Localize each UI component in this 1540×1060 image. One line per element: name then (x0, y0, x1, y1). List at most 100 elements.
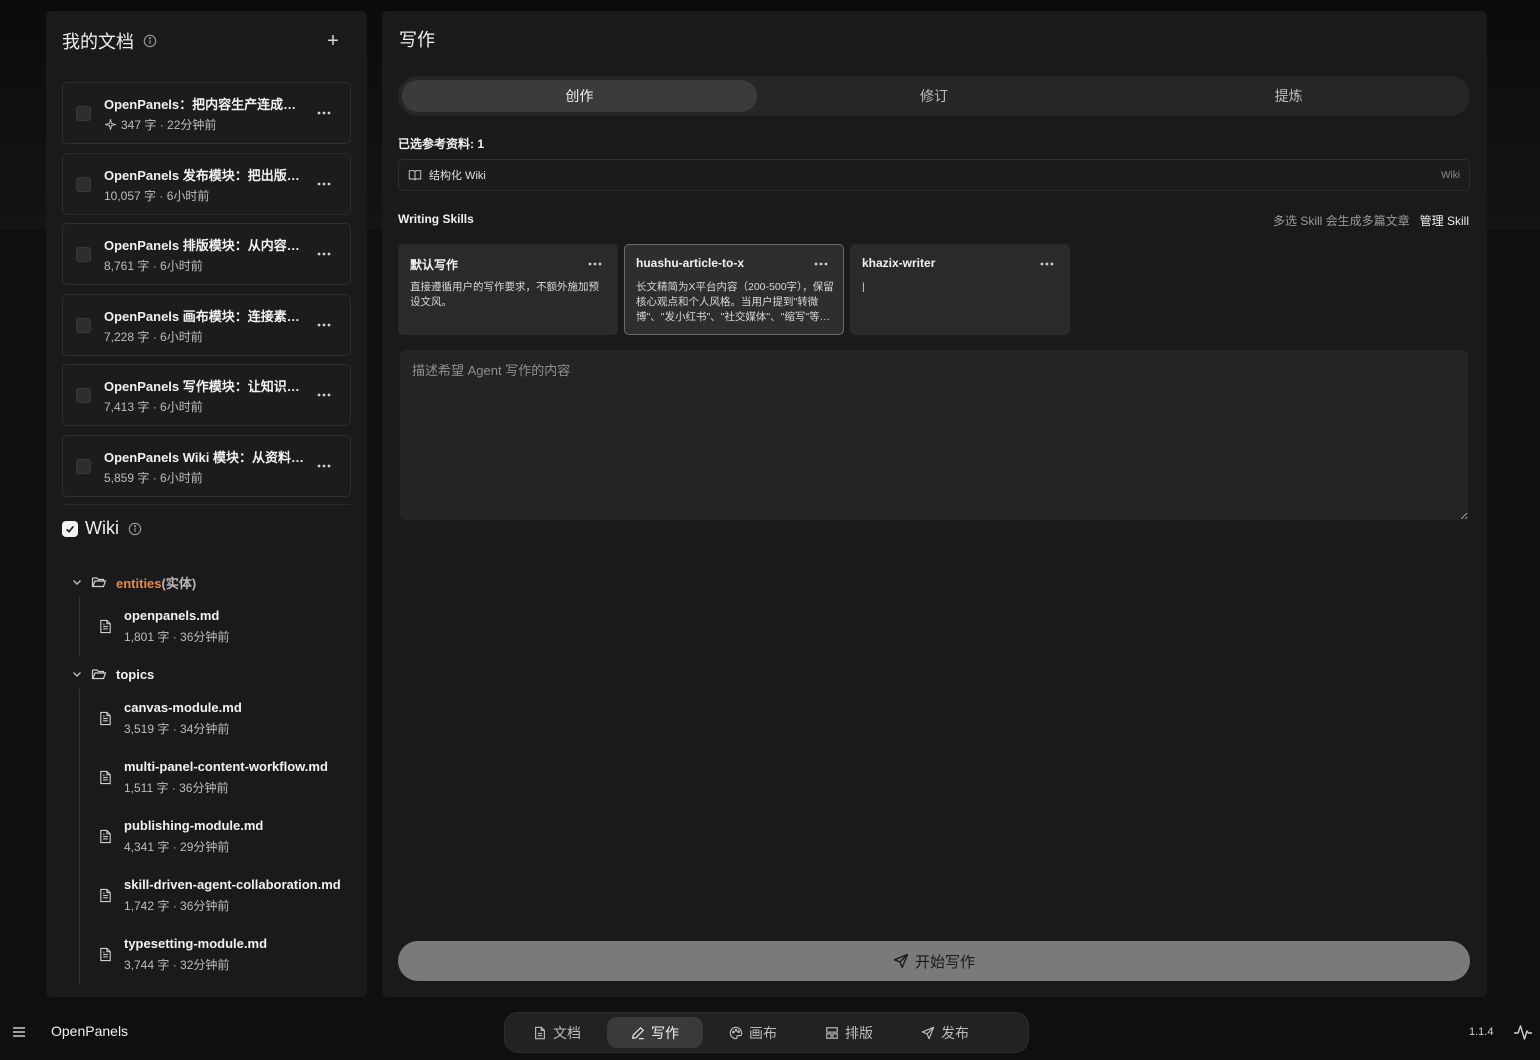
document-card[interactable]: OpenPanels 发布模块：把出版变成一步操作 10,057 字 · 6小时… (62, 152, 351, 215)
wiki-file[interactable]: skill-driven-agent-collaboration.md 1,74… (80, 866, 351, 925)
skills-hint: 多选 Skill 会生成多篇文章 (1272, 214, 1410, 228)
prompt-input[interactable] (400, 350, 1468, 520)
skill-description: | (862, 281, 865, 293)
more-options-icon[interactable] (316, 458, 332, 474)
document-checkbox[interactable] (76, 176, 91, 192)
nav-label: 发布 (941, 1024, 969, 1041)
document-title: OpenPanels 写作模块：让知识流入写作 (104, 379, 304, 394)
document-checkbox[interactable] (76, 458, 91, 474)
more-options-icon[interactable] (1039, 256, 1055, 272)
document-card[interactable]: OpenPanels Wiki 模块：从资料到知识 5,859 字 · 6小时前 (62, 434, 351, 497)
skills-label: Writing Skills (398, 212, 474, 226)
document-title: OpenPanels 发布模块：把出版变成一步操作 (104, 167, 304, 183)
skill-description: 长文精简为X平台内容（200-500字），保留核心观点和个人风格。当用户提到"转… (636, 281, 834, 323)
writing-panel: 写作 创作 修订 提炼 已选参考资料: 1 结构化 Wiki Wiki Writ… (382, 11, 1487, 997)
nav-typesetting[interactable]: 排版 (803, 1017, 895, 1048)
document-checkbox[interactable] (76, 388, 91, 403)
document-card[interactable]: OpenPanels：把内容生产连成一条可复用的工作流 347 字 · 22分钟… (62, 82, 351, 144)
file-name: publishing-module.md (124, 818, 264, 833)
wiki-file[interactable]: openpanels.md 1,801 字 · 36分钟前 (80, 597, 351, 656)
document-checkbox[interactable] (76, 247, 91, 262)
document-card[interactable]: OpenPanels 排版模块：从内容到版式 8,761 字 · 6小时前 (62, 223, 351, 285)
wiki-checkbox[interactable] (62, 520, 78, 537)
folder-entities[interactable]: entities(实体) (62, 567, 351, 597)
folder-open-icon (91, 669, 107, 680)
divider (62, 504, 351, 505)
wiki-title: Wiki (85, 518, 119, 538)
more-options-icon[interactable] (316, 387, 332, 403)
document-meta: 8,761 字 · 6小时前 (104, 259, 203, 273)
file-meta: 3,519 字 · 34分钟前 (124, 722, 230, 736)
file-icon (100, 619, 111, 634)
nav-publish[interactable]: 发布 (899, 1017, 991, 1048)
send-icon (921, 1026, 935, 1039)
document-checkbox[interactable] (76, 317, 91, 333)
document-card[interactable]: OpenPanels 写作模块：让知识流入写作 7,413 字 · 6小时前 (62, 364, 351, 426)
file-name: canvas-module.md (124, 700, 242, 715)
start-writing-button[interactable]: 开始写作 (398, 941, 1470, 981)
wiki-file[interactable]: canvas-module.md 3,519 字 · 34分钟前 (80, 689, 351, 748)
file-name: multi-panel-content-workflow.md (124, 759, 328, 774)
skill-description: 直接遵循用户的写作要求，不额外施加预设文风。 (410, 281, 599, 308)
hamburger-menu-icon[interactable] (12, 1025, 26, 1039)
tab-revise[interactable]: 修订 (757, 80, 1112, 112)
skill-name: khazix-writer (862, 256, 936, 270)
document-title: OpenPanels Wiki 模块：从资料到知识 (104, 449, 304, 465)
wiki-file[interactable]: publishing-module.md 4,341 字 · 29分钟前 (80, 807, 351, 866)
nav-canvas[interactable]: 画布 (707, 1017, 799, 1048)
tab-create[interactable]: 创作 (402, 80, 757, 112)
sparkle-icon (105, 119, 116, 130)
wiki-file[interactable]: multi-panel-content-workflow.md 1,511 字 … (80, 748, 351, 807)
page-title: 写作 (399, 30, 435, 50)
skill-name: 默认写作 (410, 258, 459, 272)
document-meta: 7,413 字 · 6小时前 (104, 400, 203, 414)
document-meta: 7,228 字 · 6小时前 (104, 329, 203, 344)
nav-writing[interactable]: 写作 (607, 1017, 703, 1048)
document-checkbox[interactable] (76, 106, 91, 121)
document-meta: 10,057 字 · 6小时前 (104, 188, 210, 203)
more-options-icon[interactable] (316, 105, 332, 121)
file-meta: 1,801 字 · 36分钟前 (124, 630, 230, 644)
info-icon[interactable] (128, 522, 142, 536)
more-options-icon[interactable] (587, 256, 603, 272)
more-options-icon[interactable] (316, 246, 332, 262)
send-icon (893, 953, 909, 969)
file-name: openpanels.md (124, 608, 220, 623)
file-icon (100, 888, 111, 903)
skill-cards: 默认写作 直接遵循用户的写作要求，不额外施加预设文风。 huashu-artic… (398, 244, 1070, 335)
start-writing-label: 开始写作 (914, 953, 975, 971)
nav-documents[interactable]: 文档 (511, 1017, 603, 1048)
add-document-button[interactable]: + (321, 28, 345, 54)
info-icon[interactable] (143, 34, 157, 48)
left-sidebar: 我的文档 + OpenPanels：把内容生产连成一条可复用的工作流 347 字… (46, 11, 367, 997)
references-label: 已选参考资料: 1 (398, 137, 485, 151)
reference-item[interactable]: 结构化 Wiki Wiki (398, 159, 1470, 191)
skill-card[interactable]: khazix-writer | (850, 244, 1070, 335)
file-meta: 3,744 字 · 32分钟前 (124, 958, 230, 972)
chevron-down-icon (73, 580, 81, 585)
wiki-tree: entities(实体) openpanels.md 1,801 字 · 36分… (62, 567, 351, 984)
wiki-file[interactable]: typesetting-module.md 3,744 字 · 32分钟前 (80, 925, 351, 984)
layout-icon (826, 1026, 838, 1039)
folder-open-icon (91, 577, 107, 588)
document-title: OpenPanels 排版模块：从内容到版式 (104, 238, 304, 253)
skill-card[interactable]: 默认写作 直接遵循用户的写作要求，不额外施加预设文风。 (398, 244, 618, 335)
folder-suffix: (实体) (161, 575, 197, 591)
more-options-icon[interactable] (316, 317, 332, 333)
document-card[interactable]: OpenPanels 画布模块：连接素材与创作 7,228 字 · 6小时前 (62, 293, 351, 356)
mode-tabs: 创作 修订 提炼 (398, 76, 1470, 116)
more-options-icon[interactable] (813, 256, 829, 272)
tab-distill[interactable]: 提炼 (1111, 80, 1466, 112)
activity-pulse-icon[interactable] (1512, 1021, 1534, 1043)
file-meta: 4,341 字 · 29分钟前 (124, 840, 230, 854)
document-title: OpenPanels：把内容生产连成一条可复用的工作流 (104, 97, 304, 112)
file-name: typesetting-module.md (124, 936, 268, 951)
version-label: 1.1.4 (1469, 1026, 1494, 1038)
skill-card[interactable]: huashu-article-to-x 长文精简为X平台内容（200-500字）… (624, 244, 844, 335)
file-icon (100, 711, 111, 726)
nav-label: 写作 (651, 1024, 679, 1041)
folder-topics[interactable]: topics (62, 659, 351, 689)
manage-skill-link[interactable]: 管理 Skill (1420, 212, 1469, 229)
more-options-icon[interactable] (316, 176, 332, 192)
file-group: canvas-module.md 3,519 字 · 34分钟前 multi-p… (79, 689, 351, 984)
